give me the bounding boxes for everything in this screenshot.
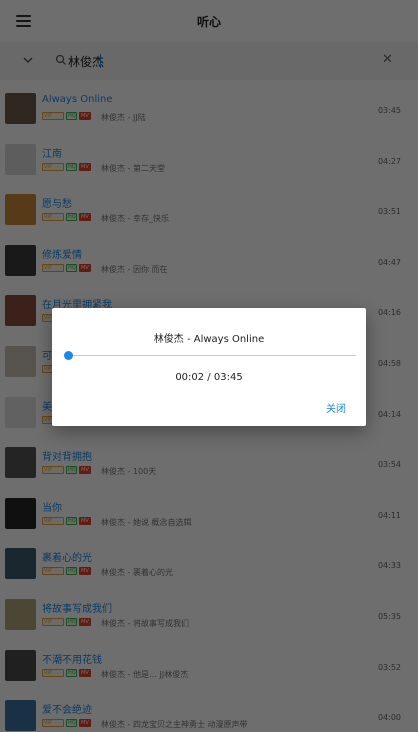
seek-track[interactable] bbox=[66, 355, 356, 356]
playback-time: 00:02 / 03:45 bbox=[175, 372, 243, 383]
close-button[interactable]: 关闭 bbox=[326, 400, 346, 415]
player-dialog: 林俊杰 - Always Online 00:02 / 03:45 关闭 bbox=[52, 308, 366, 426]
dialog-title: 林俊杰 - Always Online bbox=[153, 334, 265, 345]
seek-thumb[interactable] bbox=[64, 351, 74, 360]
